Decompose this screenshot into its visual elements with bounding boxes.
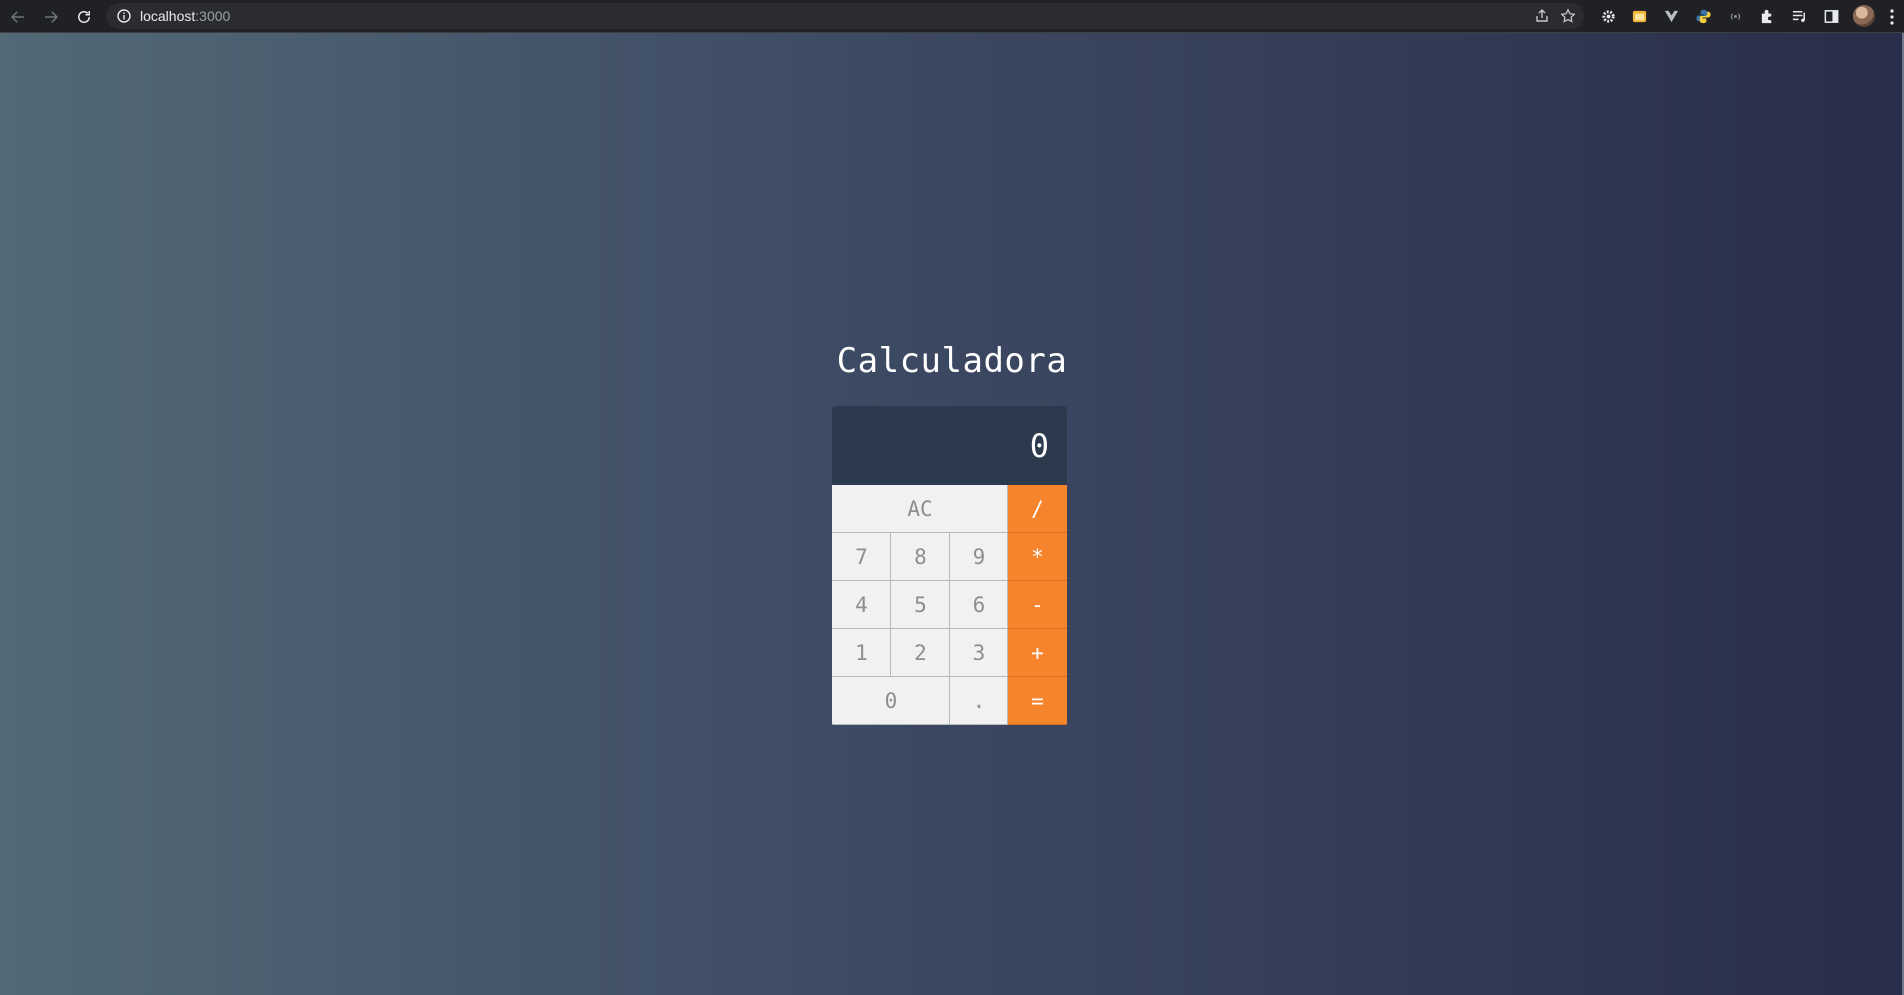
- kebab-menu-icon[interactable]: [1889, 8, 1895, 26]
- clear-button[interactable]: AC: [832, 485, 1008, 533]
- info-icon[interactable]: [116, 8, 132, 24]
- digit-8-button[interactable]: 8: [891, 533, 950, 581]
- add-button[interactable]: +: [1008, 629, 1067, 677]
- folder-extension-icon[interactable]: [1630, 7, 1648, 25]
- url-port: :3000: [195, 8, 231, 24]
- share-icon[interactable]: [1534, 8, 1550, 24]
- avatar[interactable]: [1853, 5, 1875, 27]
- back-arrow-icon[interactable]: [6, 5, 30, 29]
- digit-1-button[interactable]: 1: [832, 629, 891, 677]
- python-extension-icon[interactable]: [1694, 7, 1712, 25]
- decimal-button[interactable]: .: [950, 677, 1008, 725]
- digit-2-button[interactable]: 2: [891, 629, 950, 677]
- url-host: localhost: [140, 8, 196, 24]
- address-bar[interactable]: localhost:3000: [106, 3, 1584, 29]
- keypad: AC / 7 8 9 * 4 5 6 - 1 2 3 + 0 . =: [832, 485, 1067, 725]
- page-title: Calculadora: [836, 341, 1068, 381]
- multiply-button[interactable]: *: [1008, 533, 1067, 581]
- digit-0-button[interactable]: 0: [832, 677, 950, 725]
- url-text[interactable]: localhost:3000: [140, 7, 230, 25]
- playlist-icon[interactable]: [1790, 7, 1808, 25]
- gear-extension-icon[interactable]: [1599, 7, 1617, 25]
- vue-extension-icon[interactable]: [1662, 7, 1680, 25]
- digit-4-button[interactable]: 4: [832, 581, 891, 629]
- calculator-display: 0: [832, 406, 1067, 485]
- digit-6-button[interactable]: 6: [950, 581, 1008, 629]
- side-panel-icon[interactable]: [1822, 7, 1840, 25]
- equals-button[interactable]: =: [1008, 677, 1067, 725]
- page-viewport: Calculadora 0 AC / 7 8 9 * 4 5 6 - 1 2 3…: [0, 33, 1904, 995]
- digit-9-button[interactable]: 9: [950, 533, 1008, 581]
- digit-7-button[interactable]: 7: [832, 533, 891, 581]
- reload-icon[interactable]: [72, 5, 96, 29]
- star-icon[interactable]: [1560, 8, 1576, 24]
- digit-5-button[interactable]: 5: [891, 581, 950, 629]
- calculator: 0 AC / 7 8 9 * 4 5 6 - 1 2 3 + 0 . =: [832, 406, 1067, 726]
- forward-arrow-icon[interactable]: [39, 5, 63, 29]
- subtract-button[interactable]: -: [1008, 581, 1067, 629]
- browser-toolbar: localhost:3000: [0, 0, 1904, 33]
- digit-3-button[interactable]: 3: [950, 629, 1008, 677]
- divide-button[interactable]: /: [1008, 485, 1067, 533]
- radio-extension-icon[interactable]: [1726, 7, 1744, 25]
- puzzle-extensions-icon[interactable]: [1758, 7, 1776, 25]
